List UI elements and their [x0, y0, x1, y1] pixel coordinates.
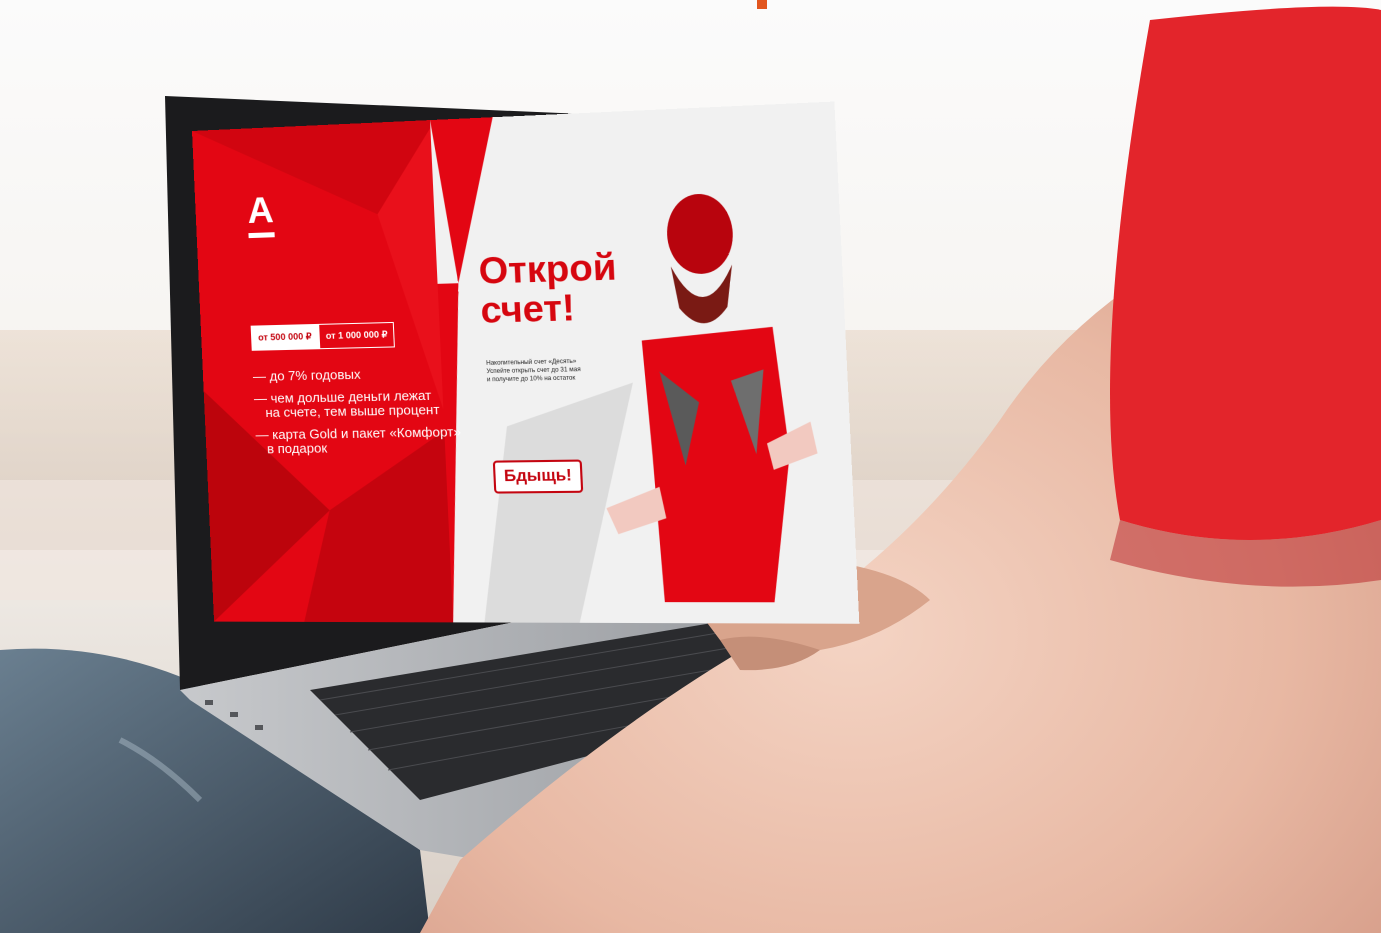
benefit-item: — до 7% годовых: [252, 366, 361, 385]
headline-line-2: счет!: [479, 285, 576, 331]
logo-underline: [248, 232, 275, 239]
tab-500000[interactable]: от 500 000 ₽: [250, 323, 320, 351]
headline: Открой счет!: [477, 245, 619, 331]
bank-logo: А: [246, 188, 275, 232]
tab-1000000[interactable]: от 1 000 000 ₽: [318, 321, 396, 350]
benefit-item: — карта Gold и пакет «Комфорт» в подарок: [255, 423, 462, 457]
promo-subtext: Накопительный счет «Десять» Успейте откр…: [486, 358, 581, 383]
laptop-screen: А от 500 000 ₽ от 1 000 000 ₽ — до 7% го…: [192, 101, 860, 635]
benefit-list: — до 7% годовых — чем дольше деньги лежа…: [253, 365, 463, 464]
headline-line-1: Открой: [477, 245, 618, 292]
cta-button[interactable]: Бдыщь!: [492, 459, 584, 494]
amount-tabs: от 500 000 ₽ от 1 000 000 ₽: [250, 321, 396, 351]
benefit-item: — чем дольше деньги лежат на счете, тем …: [253, 387, 440, 421]
